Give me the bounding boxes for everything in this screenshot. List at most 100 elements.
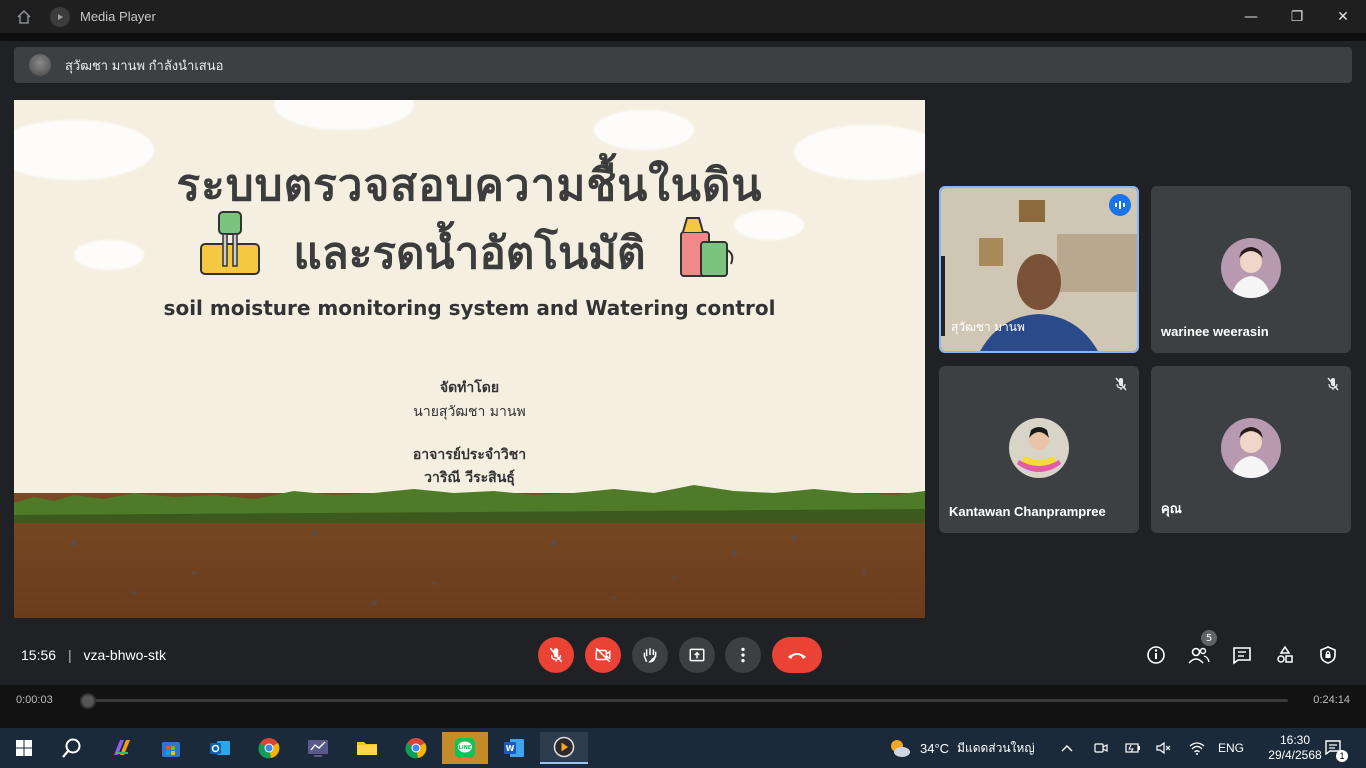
taskbar: LINE W 34°C มีแดดส่วนใหญ่ ENG 16:30 29/4… — [0, 728, 1366, 768]
battery-icon — [1125, 743, 1140, 753]
chrome-icon — [258, 738, 280, 759]
seek-track[interactable] — [84, 699, 1288, 702]
close-button[interactable]: ✕ — [1320, 0, 1366, 33]
shared-slide: ระบบตรวจสอบความชื้นในดิน และรดน้ำอัตโนมั… — [14, 100, 925, 618]
mic-off-icon — [1327, 377, 1339, 391]
clock-time: 16:30 — [1279, 733, 1311, 747]
meeting-controls: 15:56 | vza-bhwo-stk 5 — [0, 625, 1366, 685]
wifi-icon — [1189, 742, 1205, 755]
meeting-info: 15:56 | vza-bhwo-stk — [21, 647, 166, 663]
watering-can-icon — [680, 217, 734, 277]
participant-name: สุวัฒชา มานพ — [951, 320, 1025, 334]
title-bar: Media Player — ❐ ✕ — [0, 0, 1366, 33]
media-player-icon — [50, 6, 70, 27]
svg-text:LINE: LINE — [459, 745, 472, 751]
mic-toggle-button[interactable] — [538, 637, 574, 673]
media-player-taskbar-button[interactable] — [540, 732, 588, 764]
chat-icon — [1233, 647, 1251, 665]
search-icon — [62, 738, 81, 758]
clock-date: 29/4/2568 — [1268, 748, 1322, 762]
participant-tile-you[interactable]: คุณ — [1151, 366, 1351, 533]
outlook-button[interactable] — [200, 732, 240, 764]
participant-avatar — [1009, 418, 1069, 478]
weather-text: มีแดดส่วนใหญ่ — [957, 740, 1035, 755]
meeting-details-button[interactable] — [1144, 643, 1168, 667]
present-screen-button[interactable] — [679, 637, 715, 673]
notification-count-badge: 1 — [1336, 750, 1348, 762]
language-text: ENG — [1218, 741, 1245, 755]
made-by-label: จัดทำโดย — [439, 380, 500, 396]
more-vert-icon — [741, 647, 745, 663]
volume-button[interactable] — [1156, 728, 1172, 768]
chrome-button[interactable] — [249, 732, 289, 764]
current-time: 0:00:03 — [16, 694, 53, 706]
participant-tile-presenter[interactable]: สุวัฒชา มานพ — [939, 186, 1139, 353]
clock[interactable]: 16:30 29/4/2568 — [1262, 728, 1328, 768]
outlook-icon — [210, 741, 230, 755]
folder-icon — [357, 742, 377, 755]
presenter-text: สุวัฒชา มานพ กำลังนำเสนอ — [65, 57, 224, 73]
hang-up-icon — [788, 653, 806, 659]
slide-subtitle: soil moisture monitoring system and Wate… — [163, 296, 776, 320]
svg-text:W: W — [506, 744, 515, 753]
grass-strip — [14, 485, 925, 523]
made-by-name: นายสุวัฒชา มานพ — [413, 404, 526, 420]
soil-sensor-icon — [200, 211, 260, 275]
camera-off-icon — [595, 647, 611, 663]
more-options-button[interactable] — [725, 637, 761, 673]
activities-button[interactable] — [1273, 643, 1297, 667]
notifications-button[interactable]: 1 — [1324, 728, 1348, 768]
monitor-app-icon — [308, 740, 328, 757]
end-call-button[interactable] — [772, 637, 822, 673]
file-explorer-button[interactable] — [347, 732, 387, 764]
meeting-time: 15:56 — [21, 647, 57, 663]
raise-hand-button[interactable] — [632, 637, 668, 673]
weather-temp: 34°C — [920, 740, 950, 756]
seek-handle[interactable] — [80, 693, 96, 709]
restore-button[interactable]: ❐ — [1274, 0, 1320, 33]
cloud — [594, 110, 694, 150]
chevron-up-icon — [1061, 745, 1073, 752]
store-icon — [162, 742, 180, 757]
weather-widget[interactable]: 34°C มีแดดส่วนใหญ่ — [888, 728, 1035, 768]
player-seekbar: 0:00:03 0:24:14 — [0, 685, 1366, 728]
word-button[interactable]: W — [494, 732, 534, 764]
weather-sun-cloud-icon — [891, 740, 910, 757]
mic-off-icon — [1115, 377, 1127, 391]
search-button[interactable] — [52, 732, 92, 764]
chrome-profile-button[interactable] — [396, 732, 436, 764]
info-icon — [1147, 646, 1165, 664]
presenter-banner: สุวัฒชา มานพ กำลังนำเสนอ — [14, 47, 1352, 83]
line-button[interactable]: LINE — [442, 732, 488, 764]
people-count-badge: 5 — [1201, 630, 1217, 646]
advisor-label: อาจารย์ประจำวิชา — [412, 447, 527, 463]
wifi-button[interactable] — [1189, 728, 1205, 768]
meet-now-button[interactable] — [1094, 728, 1108, 768]
participant-tile-warinee[interactable]: warinee weerasin — [1151, 186, 1351, 353]
separator: | — [67, 647, 72, 663]
participant-name: warinee weerasin — [1161, 324, 1269, 339]
hand-icon — [643, 648, 657, 663]
people-button[interactable] — [1187, 643, 1211, 667]
camera-toggle-button[interactable] — [585, 637, 621, 673]
slide-title-line2: และรดน้ำอัตโนมัติ — [293, 228, 646, 279]
show-hidden-icons-button[interactable] — [1060, 728, 1074, 768]
line-icon: LINE — [455, 738, 475, 758]
start-button[interactable] — [4, 732, 44, 764]
windows-icon — [16, 740, 32, 756]
participant-name: คุณ — [1161, 501, 1182, 516]
battery-button[interactable] — [1125, 728, 1141, 768]
participant-avatar — [1221, 418, 1281, 478]
cloud — [274, 100, 414, 130]
host-controls-button[interactable] — [1316, 643, 1340, 667]
activities-icon — [1277, 645, 1293, 663]
home-icon[interactable] — [0, 0, 48, 33]
copilot-button[interactable] — [102, 732, 142, 764]
app-button[interactable] — [298, 732, 338, 764]
participant-tile-kantawan[interactable]: Kantawan Chanprampree — [939, 366, 1139, 533]
store-button[interactable] — [151, 732, 191, 764]
chat-button[interactable] — [1230, 643, 1254, 667]
minimize-button[interactable]: — — [1228, 0, 1274, 33]
participant-name: Kantawan Chanprampree — [949, 504, 1106, 519]
language-indicator[interactable]: ENG — [1218, 728, 1244, 768]
